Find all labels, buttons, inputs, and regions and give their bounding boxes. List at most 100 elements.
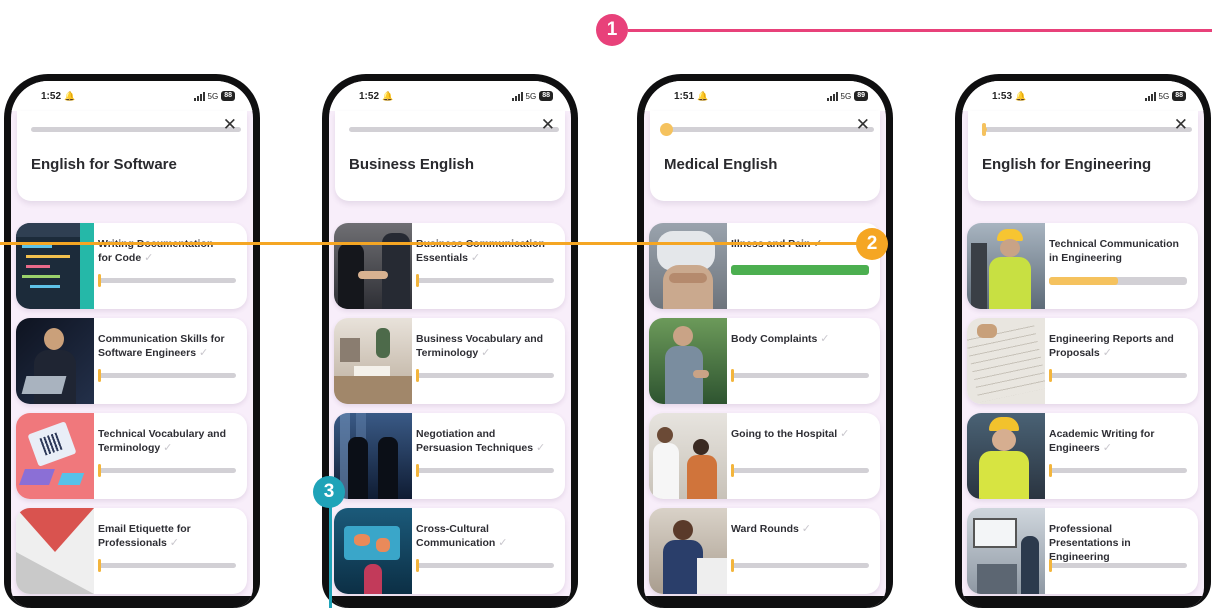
lesson-card[interactable]: Engineering Reports and Proposals ✓ [967,318,1198,404]
lesson-progress-bar [416,559,554,572]
status-bar: 1:52 🔔 5G 88 [11,81,253,111]
phone-english-for-engineering: 1:53 🔔 5G 88 ✕ English for Engineering Te… [955,74,1211,608]
status-time: 1:51 [674,90,695,102]
callout-1-line [628,29,1212,32]
engineer-laptop-image [16,318,94,404]
lesson-card[interactable]: Writing Documentation for Code ✓ [16,223,247,309]
home-indicator-area [962,596,1204,608]
status-time: 1:52 [359,90,380,102]
lesson-title: Negotiation and Persuasion Techniques ✓ [416,428,546,454]
check-icon: ✓ [470,252,481,264]
check-icon: ✓ [481,347,491,359]
status-bar: 1:51 🔔 5G 89 [644,81,886,111]
signal-icon [511,91,523,101]
lesson-card[interactable]: Body Complaints ✓ [649,318,880,404]
lesson-progress-bar [731,559,869,572]
blueprint-image [967,318,1045,404]
lesson-progress-bar [1049,369,1187,382]
check-icon: ✓ [163,442,173,454]
lesson-card[interactable]: Business Communication Essentials ✓ [334,223,565,309]
bell-icon: 🔔 [697,90,709,101]
network-label: 5G [525,91,537,101]
callout-1-badge: 1 [596,14,628,46]
check-icon: ✓ [840,428,850,440]
lesson-progress-bar [416,369,554,382]
code-editor-image [16,223,94,309]
lesson-title: Email Etiquette for Professionals ✓ [98,523,191,549]
phone-screen: 1:52🔔 5G 88 ✕ Business English Business … [329,81,571,608]
lesson-progress-bar [1049,559,1187,572]
lesson-card[interactable]: Communication Skills for Software Engine… [16,318,247,404]
lesson-card[interactable]: Going to the Hospital ✓ [649,413,880,499]
bell-icon: 🔔 [382,90,394,101]
status-bar: 1:53 🔔 5G 88 [962,81,1204,111]
course-header: ✕ Business English [335,111,565,201]
lesson-progress-bar [731,464,869,477]
close-icon[interactable]: ✕ [856,115,870,135]
check-icon: ✓ [144,252,154,264]
lesson-card[interactable]: Business Vocabulary and Terminology ✓ [334,318,565,404]
course-header: ✕ English for Engineering [968,111,1198,201]
close-icon[interactable]: ✕ [1174,115,1188,135]
handshake-image [334,223,412,309]
close-icon[interactable]: ✕ [541,115,555,135]
home-indicator-area [329,596,571,608]
course-title: English for Engineering [982,156,1152,173]
check-icon: ✓ [1102,442,1112,454]
phone-screen: 1:53 🔔 5G 88 ✕ English for Engineering Te… [962,81,1204,608]
phone-screen: 1:52 🔔 5G 88 ✕ English for Software for … [11,81,253,608]
lesson-card[interactable]: Cross-Cultural Communication ✓ [334,508,565,594]
callout-2-line [0,242,860,245]
lesson-progress-bar [98,369,236,382]
lesson-card[interactable]: Academic Writing for Engineers ✓ [967,413,1198,499]
lesson-card[interactable]: Illness and Pain ✓ [649,223,880,309]
battery-icon: 89 [854,91,868,101]
lesson-card[interactable]: Ward Rounds ✓ [649,508,880,594]
signal-icon [193,91,205,101]
battery-icon: 88 [539,91,553,101]
close-icon[interactable]: ✕ [223,115,237,135]
lesson-card[interactable]: Technical Communication in Engineering [967,223,1198,309]
lesson-card[interactable]: Email Etiquette for Professionals ✓ [16,508,247,594]
home-indicator-area [644,596,886,608]
network-label: 5G [840,91,852,101]
course-title: Medical English [664,156,778,173]
lesson-title: Business Vocabulary and Terminology ✓ [416,333,544,359]
lesson-progress-bar [416,274,554,287]
lesson-progress-bar [1049,277,1187,285]
stomach-pain-image [649,223,727,309]
lesson-progress-bar [98,464,236,477]
site-engineer-image [967,413,1045,499]
course-header: ✕ English for Software [17,111,247,201]
check-icon: ✓ [1102,347,1112,359]
lesson-card[interactable]: Professional Presentations in Engineerin… [967,508,1198,594]
back-pain-image [649,318,727,404]
home-indicator-area [11,596,253,608]
battery-icon: 88 [221,91,235,101]
status-time: 1:52 [41,90,62,102]
lesson-title: Ward Rounds ✓ [731,523,811,535]
check-icon: ✓ [169,537,180,549]
nurse-image [649,508,727,594]
check-icon: ✓ [801,523,811,535]
lesson-progress-bar [98,559,236,572]
lesson-title: Communication Skills for Software Engine… [98,333,225,359]
course-progress-bar [982,123,1192,136]
bell-icon: 🔔 [1015,90,1027,101]
course-progress-bar [660,123,874,136]
lesson-card[interactable]: Negotiation and Persuasion Techniques ✓ [334,413,565,499]
lesson-progress-bar [731,265,869,275]
callout-2-badge: 2 [856,228,888,260]
callout-3-line [329,505,332,608]
lesson-title: Professional Presentations in Engineerin… [1049,523,1131,563]
phone-medical-english: 1:51🔔 5G 89 ✕ Medical English Illness an… [637,74,893,608]
bell-icon: 🔔 [64,90,76,101]
envelope-image [16,508,94,594]
course-progress-bar [31,127,241,132]
phone-business-english: 1:52🔔 5G 88 ✕ Business English Business … [322,74,578,608]
hardhat-worker-image [967,223,1045,309]
check-icon: ✓ [820,333,830,345]
phone-screen: 1:51🔔 5G 89 ✕ Medical English Illness an… [644,81,886,608]
lesson-card[interactable]: Technical Vocabulary and Terminology ✓ [16,413,247,499]
check-icon: ✓ [536,442,546,454]
